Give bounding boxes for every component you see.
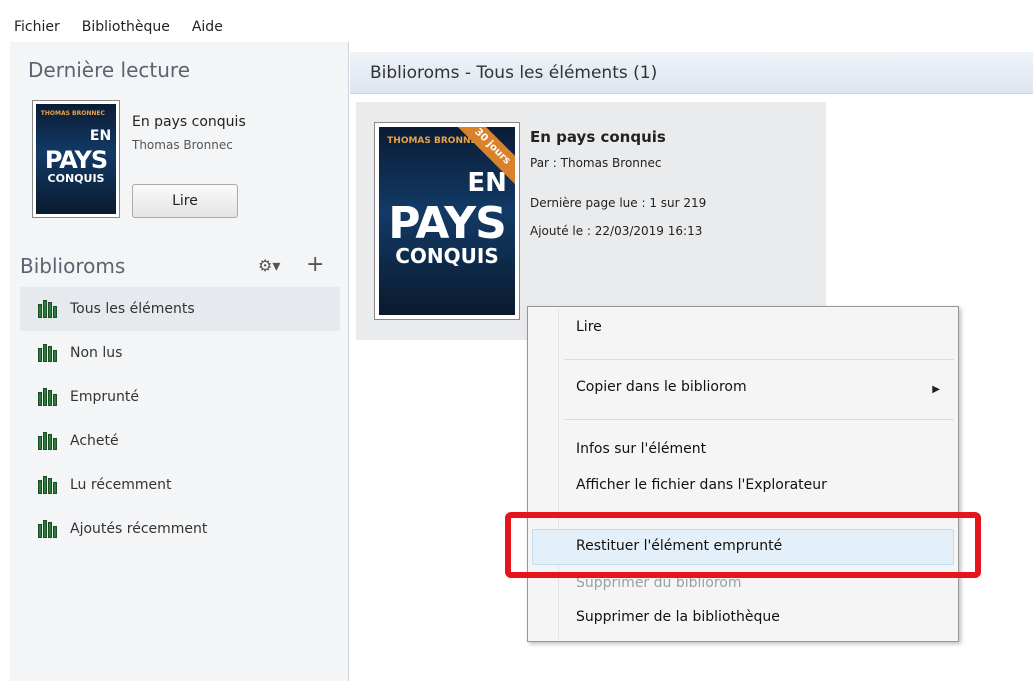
sidebar-item-label: Acheté <box>70 433 119 449</box>
sidebar-item-label: Tous les éléments <box>70 301 195 317</box>
sidebar-item-label: Ajoutés récemment <box>70 521 208 537</box>
sidebar-item-label: Emprunté <box>70 389 139 405</box>
sidebar-item-all[interactable]: Tous les éléments <box>20 287 340 331</box>
menu-library[interactable]: Bibliothèque <box>82 19 170 35</box>
sidebar: Dernière lecture THOMAS BRONNEC EN PAYS … <box>10 42 349 681</box>
sidebar-item-label: Non lus <box>70 345 123 361</box>
recent-book-cover[interactable]: THOMAS BRONNEC EN PAYS CONQUIS <box>32 100 120 218</box>
bookshelf-icon <box>38 432 58 450</box>
sidebar-item-label: Lu récemment <box>70 477 172 493</box>
collections-heading: Biblioroms <box>20 254 126 278</box>
sidebar-item-borrowed[interactable]: Emprunté <box>20 375 340 419</box>
collection-list: Tous les éléments Non lus Emprunté Achet… <box>20 287 340 551</box>
recent-book-title: En pays conquis <box>132 114 246 130</box>
book-author: Par : Thomas Bronnec <box>530 156 662 170</box>
book-card[interactable]: THOMAS BRONNEC EN PAYS CONQUIS 30 jours … <box>356 102 826 340</box>
book-added-date: Ajouté le : 22/03/2019 16:13 <box>530 224 703 238</box>
menu-help[interactable]: Aide <box>192 19 223 35</box>
menu-separator <box>564 419 954 420</box>
sidebar-item-recently-read[interactable]: Lu récemment <box>20 463 340 507</box>
gear-icon[interactable]: ⚙▾ <box>258 256 280 275</box>
sidebar-item-unread[interactable]: Non lus <box>20 331 340 375</box>
menu-item-return-loan[interactable]: Restituer l'élément emprunté <box>576 538 782 554</box>
bookshelf-icon <box>38 520 58 538</box>
book-title: En pays conquis <box>530 128 666 146</box>
menu-separator <box>564 359 954 360</box>
context-menu: Lire Copier dans le bibliorom ▶ Infos su… <box>527 306 959 642</box>
menu-separator <box>564 515 954 516</box>
menu-item-remove-library[interactable]: Supprimer de la bibliothèque <box>576 609 780 625</box>
add-icon[interactable]: + <box>306 252 324 277</box>
menu-item-remove-biblio: Supprimer du bibliorom <box>576 575 742 591</box>
sidebar-item-recently-added[interactable]: Ajoutés récemment <box>20 507 340 551</box>
sidebar-item-purchased[interactable]: Acheté <box>20 419 340 463</box>
bookshelf-icon <box>38 300 58 318</box>
submenu-arrow-icon: ▶ <box>932 384 940 395</box>
bookshelf-icon <box>38 344 58 362</box>
bookshelf-icon <box>38 476 58 494</box>
read-button[interactable]: Lire <box>132 184 238 218</box>
menu-file[interactable]: Fichier <box>14 19 60 35</box>
menu-item-read[interactable]: Lire <box>576 319 602 335</box>
cover-art: THOMAS BRONNEC EN PAYS CONQUIS 30 jours <box>379 127 515 315</box>
last-read-heading: Dernière lecture <box>28 58 191 82</box>
menu-item-info[interactable]: Infos sur l'élément <box>576 441 706 457</box>
menu-item-copy[interactable]: Copier dans le bibliorom <box>576 379 747 395</box>
menu-bar: Fichier Bibliothèque Aide <box>0 12 1033 42</box>
book-last-page: Dernière page lue : 1 sur 219 <box>530 196 707 210</box>
recent-book-author: Thomas Bronnec <box>132 138 233 152</box>
collection-header: Biblioroms - Tous les éléments (1) <box>350 52 1033 94</box>
cover-art: THOMAS BRONNEC EN PAYS CONQUIS <box>36 104 116 214</box>
bookshelf-icon <box>38 388 58 406</box>
book-cover[interactable]: THOMAS BRONNEC EN PAYS CONQUIS 30 jours <box>374 122 520 320</box>
menu-item-show-file[interactable]: Afficher le fichier dans l'Explorateur <box>576 477 827 493</box>
